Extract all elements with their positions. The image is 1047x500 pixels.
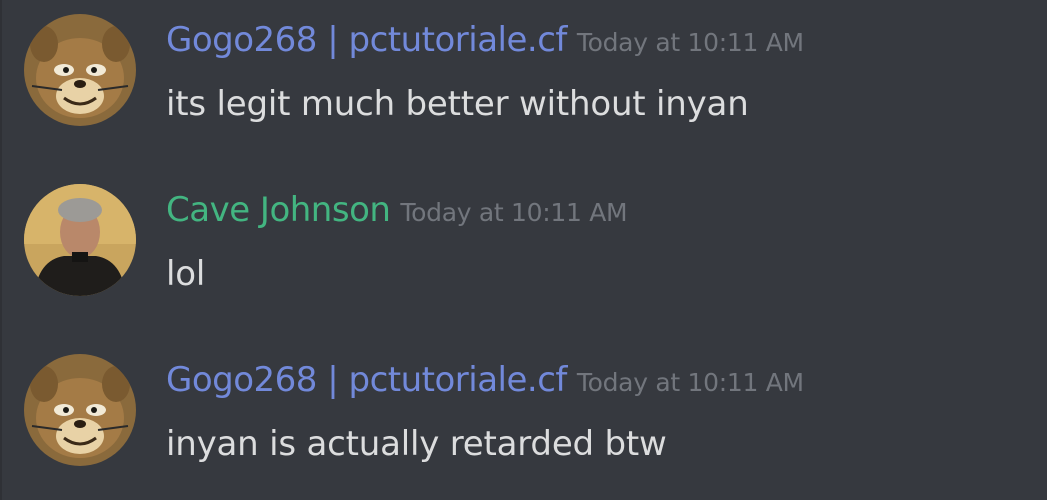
message-header: Cave Johnson Today at 10:11 AM xyxy=(166,190,628,230)
message-content: lol xyxy=(166,254,206,294)
timestamp: Today at 10:11 AM xyxy=(400,198,628,227)
cartoon-cat-avatar-icon xyxy=(24,14,136,126)
chat-message: Gogo268 | pctutoriale.cf Today at 10:11 A… xyxy=(0,340,1047,490)
cartoon-cat-avatar-icon xyxy=(24,354,136,466)
chat-message: Cave Johnson Today at 10:11 AM lol xyxy=(0,170,1047,320)
message-header: Gogo268 | pctutoriale.cf Today at 10:11 A… xyxy=(166,360,804,400)
chat-message: Gogo268 | pctutoriale.cf Today at 10:11 A… xyxy=(0,0,1047,150)
username[interactable]: Gogo268 | pctutoriale.cf xyxy=(166,20,567,60)
timestamp: Today at 10:11 AM xyxy=(576,28,804,57)
username[interactable]: Gogo268 | pctutoriale.cf xyxy=(166,360,567,400)
chat-message-list: Gogo268 | pctutoriale.cf Today at 10:11 A… xyxy=(0,0,1047,500)
user-avatar[interactable] xyxy=(24,14,136,126)
message-content: its legit much better without inyan xyxy=(166,84,749,124)
user-avatar[interactable] xyxy=(24,184,136,296)
user-avatar[interactable] xyxy=(24,354,136,466)
username[interactable]: Cave Johnson xyxy=(166,190,391,230)
message-header: Gogo268 | pctutoriale.cf Today at 10:11 A… xyxy=(166,20,804,60)
photo-man-avatar-icon xyxy=(24,184,136,296)
message-content: inyan is actually retarded btw xyxy=(166,424,667,464)
timestamp: Today at 10:11 AM xyxy=(576,368,804,397)
